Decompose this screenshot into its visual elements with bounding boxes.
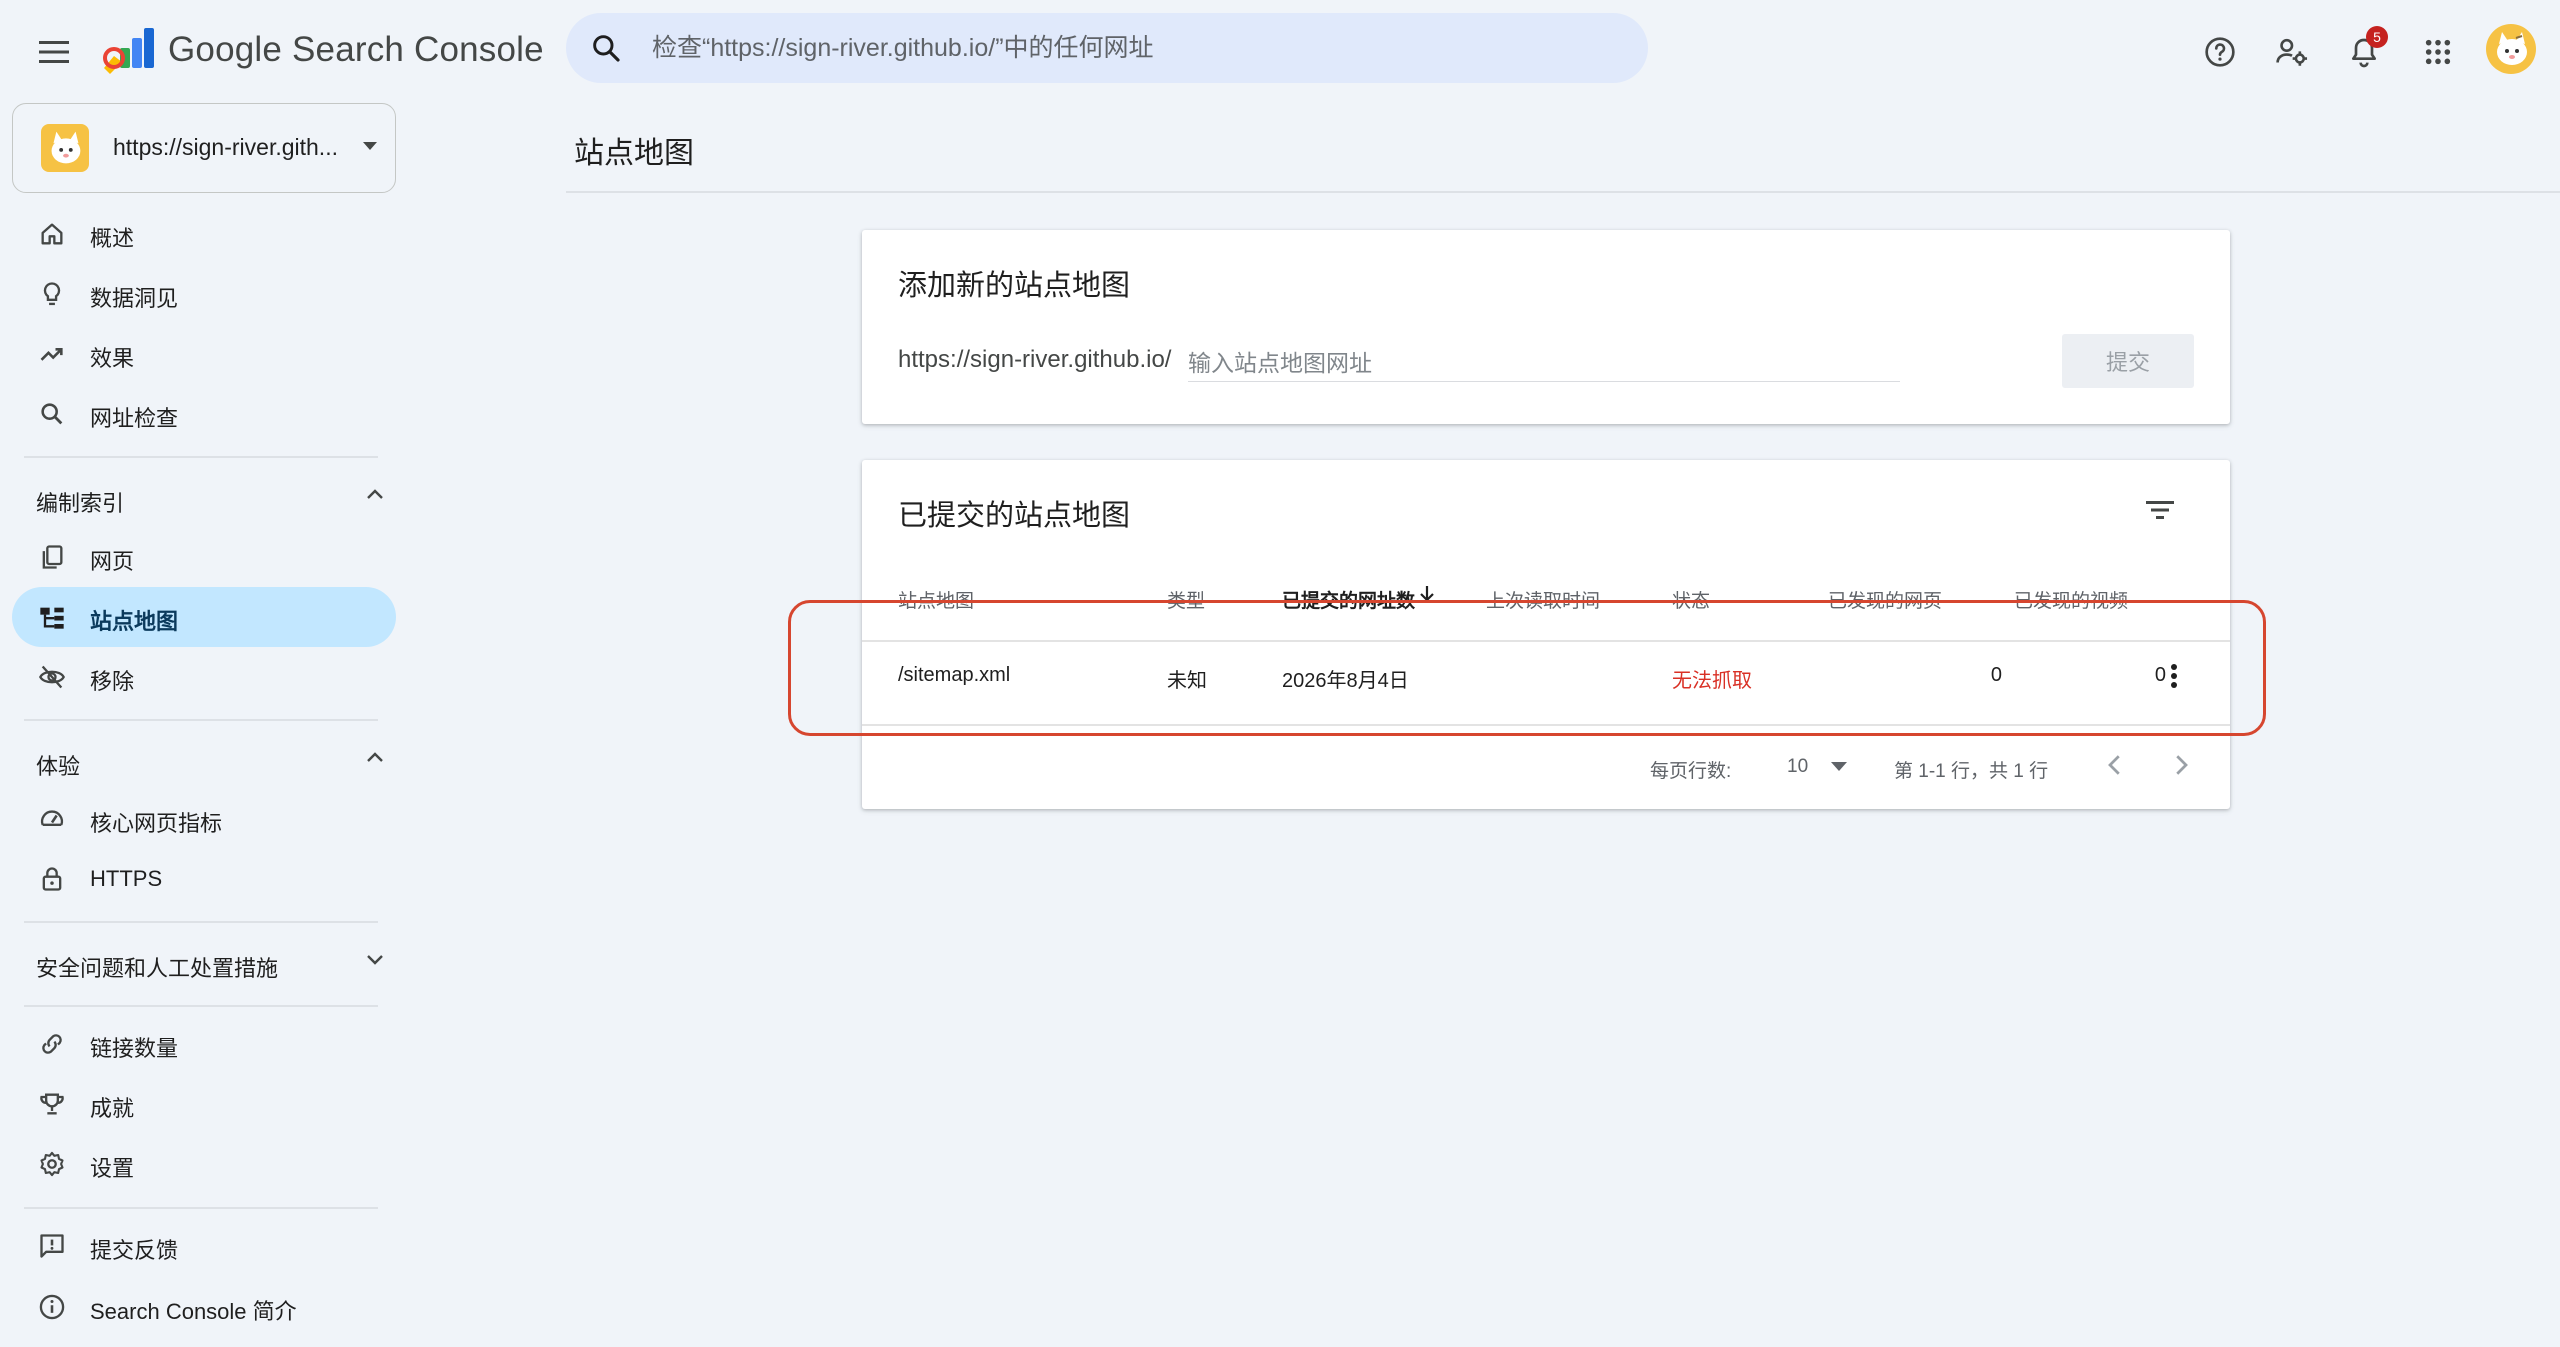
property-avatar	[41, 124, 89, 172]
notification-count-badge: 5	[2366, 26, 2388, 48]
nav-core-web-vitals[interactable]: 核心网页指标	[12, 789, 396, 849]
gear-icon	[40, 1151, 64, 1177]
property-selector[interactable]: https://sign-river.gith...	[12, 103, 396, 193]
annotation-highlight	[788, 600, 2266, 736]
nav-label: 效果	[90, 346, 135, 371]
search-icon[interactable]	[590, 32, 622, 64]
section-title: 体验	[36, 754, 81, 779]
nav-divider	[24, 1207, 378, 1209]
chevron-up-icon	[367, 752, 383, 762]
section-indexing-toggle[interactable]: 编制索引	[36, 478, 384, 518]
avatar-icon	[2497, 32, 2527, 65]
nav-links[interactable]: 链接数量	[12, 1014, 396, 1074]
nav-performance[interactable]: 效果	[12, 324, 396, 384]
trending-up-icon	[40, 348, 63, 361]
nav-label: HTTPS	[90, 866, 163, 891]
section-title: 编制索引	[36, 491, 125, 516]
nav-divider	[24, 921, 378, 923]
main-menu-button[interactable]	[30, 28, 78, 76]
filter-icon	[2146, 501, 2174, 519]
help-icon	[2205, 37, 2235, 67]
nav-label: 网页	[90, 549, 135, 574]
nav-label: 链接数量	[90, 1036, 179, 1061]
caret-down-icon	[363, 142, 377, 150]
chevron-right-icon[interactable]	[2166, 750, 2196, 780]
filter-button[interactable]	[2136, 486, 2184, 534]
lock-icon	[42, 867, 62, 891]
nav-label: 成就	[90, 1096, 135, 1121]
section-title: 安全问题和人工处置措施	[36, 956, 279, 981]
nav-label: 设置	[90, 1156, 135, 1181]
property-avatar-icon	[51, 131, 81, 164]
apps-grid-icon	[2425, 39, 2451, 65]
top-bar: Google Search Console 5	[0, 0, 2560, 106]
pages-icon	[42, 545, 63, 569]
search-icon	[41, 403, 63, 425]
trophy-icon	[40, 1093, 64, 1115]
nav-divider	[24, 1005, 378, 1007]
nav-pages[interactable]: 网页	[12, 527, 396, 587]
submitted-sitemaps-title: 已提交的站点地图	[898, 500, 1131, 532]
url-inspection-input[interactable]	[652, 13, 1612, 83]
url-inspection-search	[566, 13, 1648, 83]
pagination-range: 第 1-1 行，共 1 行	[1894, 761, 2049, 782]
manage-users-icon	[2276, 38, 2308, 66]
nav-label: Search Console 简介	[90, 1299, 297, 1324]
submit-sitemap-button[interactable]: 提交	[2062, 334, 2194, 388]
nav-label: 网址检查	[90, 406, 179, 431]
link-icon	[42, 1034, 62, 1054]
nav-label: 核心网页指标	[90, 811, 223, 836]
home-icon	[41, 223, 63, 245]
rows-per-page-label: 每页行数:	[1650, 761, 1732, 782]
info-icon	[39, 1294, 65, 1320]
chevron-up-icon	[367, 489, 383, 499]
nav-divider	[24, 719, 378, 721]
nav-achievements[interactable]: 成就	[12, 1074, 396, 1134]
nav-about-search-console[interactable]: Search Console 简介	[12, 1277, 396, 1337]
speed-icon	[40, 810, 64, 826]
nav-settings[interactable]: 设置	[12, 1134, 396, 1194]
property-url: https://sign-river.gith...	[113, 134, 338, 160]
rows-per-page-select[interactable]: 10	[1777, 750, 1857, 784]
nav-label: 移除	[90, 669, 135, 694]
google-apps-button[interactable]	[2412, 26, 2464, 78]
sitemap-url-prefix: https://sign-river.github.io/	[898, 346, 1172, 373]
nav-label: 概述	[90, 226, 135, 251]
caret-down-icon	[1831, 762, 1847, 771]
add-sitemap-title: 添加新的站点地图	[898, 270, 1131, 302]
search-console-logo[interactable]	[100, 26, 156, 78]
help-button[interactable]	[2194, 26, 2246, 78]
page-title: 站点地图	[574, 137, 694, 170]
nav-divider	[24, 456, 378, 458]
chevron-left-icon[interactable]	[2100, 750, 2130, 780]
nav-overview[interactable]: 概述	[12, 204, 396, 264]
user-settings-button[interactable]	[2266, 26, 2318, 78]
sitemap-url-input[interactable]	[1188, 338, 1900, 382]
hamburger-icon	[39, 41, 69, 63]
feedback-icon	[40, 1234, 64, 1258]
section-security-toggle[interactable]: 安全问题和人工处置措施	[36, 943, 384, 983]
rows-per-page-value: 10	[1787, 756, 1809, 777]
sitemap-icon	[40, 607, 64, 629]
visibility-off-icon	[39, 665, 65, 689]
notifications-button[interactable]: 5	[2338, 26, 2390, 78]
nav-url-inspection[interactable]: 网址检查	[12, 384, 396, 444]
section-experience-toggle[interactable]: 体验	[36, 741, 384, 781]
add-sitemap-card: 添加新的站点地图 https://sign-river.github.io/ 提…	[862, 230, 2230, 424]
nav-label: 数据洞见	[90, 286, 179, 311]
page-title-divider	[566, 191, 2560, 193]
lightbulb-icon	[43, 282, 61, 306]
nav-sitemaps[interactable]: 站点地图	[12, 587, 396, 647]
account-avatar[interactable]	[2486, 24, 2536, 74]
logo-icon	[103, 28, 154, 74]
nav-label: 站点地图	[90, 609, 179, 634]
product-name: Google Search Console	[168, 30, 544, 69]
nav-submit-feedback[interactable]: 提交反馈	[12, 1216, 396, 1276]
nav-https[interactable]: HTTPS	[12, 849, 396, 909]
nav-insights[interactable]: 数据洞见	[12, 264, 396, 324]
chevron-down-icon	[367, 955, 383, 965]
nav-removals[interactable]: 移除	[12, 647, 396, 707]
nav-label: 提交反馈	[90, 1238, 179, 1263]
